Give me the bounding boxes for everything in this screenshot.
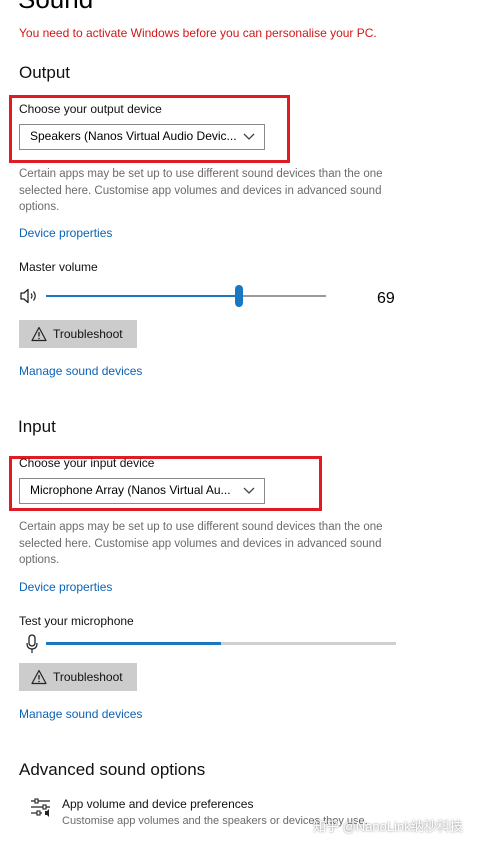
watermark: 知乎 @NanoLink纳秒科技 bbox=[313, 819, 463, 834]
mic-level-fill bbox=[46, 642, 221, 645]
input-troubleshoot-button[interactable]: Troubleshoot bbox=[19, 663, 137, 691]
warning-icon bbox=[31, 669, 47, 685]
page-title: Sound bbox=[18, 0, 93, 15]
sliders-icon bbox=[31, 798, 50, 817]
master-volume-label: Master volume bbox=[19, 260, 98, 274]
input-device-label: Choose your input device bbox=[19, 456, 155, 470]
chevron-down-icon bbox=[243, 487, 255, 494]
speaker-icon[interactable] bbox=[19, 287, 41, 305]
input-troubleshoot-label: Troubleshoot bbox=[53, 670, 123, 684]
test-microphone-label: Test your microphone bbox=[19, 614, 134, 628]
input-manage-devices-link[interactable]: Manage sound devices bbox=[19, 707, 142, 721]
warning-icon bbox=[31, 326, 47, 342]
advanced-heading: Advanced sound options bbox=[19, 760, 206, 779]
input-device-dropdown[interactable]: Microphone Array (Nanos Virtual Au... bbox=[19, 478, 265, 504]
output-device-properties-link[interactable]: Device properties bbox=[19, 226, 112, 240]
app-volume-title: App volume and device preferences bbox=[62, 797, 254, 811]
output-description: Certain apps may be set up to use differ… bbox=[19, 168, 383, 213]
output-troubleshoot-button[interactable]: Troubleshoot bbox=[19, 320, 137, 348]
input-device-value: Microphone Array (Nanos Virtual Au... bbox=[30, 483, 231, 497]
output-device-value: Speakers (Nanos Virtual Audio Devic... bbox=[30, 129, 237, 143]
output-device-dropdown[interactable]: Speakers (Nanos Virtual Audio Devic... bbox=[19, 124, 265, 150]
microphone-icon bbox=[26, 634, 38, 653]
activation-warning: You need to activate Windows before you … bbox=[19, 26, 377, 40]
master-volume-fill bbox=[46, 295, 239, 297]
input-description: Certain apps may be set up to use differ… bbox=[19, 521, 383, 566]
input-device-properties-link[interactable]: Device properties bbox=[19, 580, 112, 594]
output-manage-devices-link[interactable]: Manage sound devices bbox=[19, 364, 142, 378]
chevron-down-icon bbox=[243, 133, 255, 140]
input-heading: Input bbox=[18, 417, 56, 436]
output-device-label: Choose your output device bbox=[19, 102, 162, 116]
master-volume-thumb[interactable] bbox=[235, 285, 243, 307]
master-volume-value: 69 bbox=[377, 290, 395, 307]
output-troubleshoot-label: Troubleshoot bbox=[53, 327, 123, 341]
output-heading: Output bbox=[19, 63, 71, 82]
